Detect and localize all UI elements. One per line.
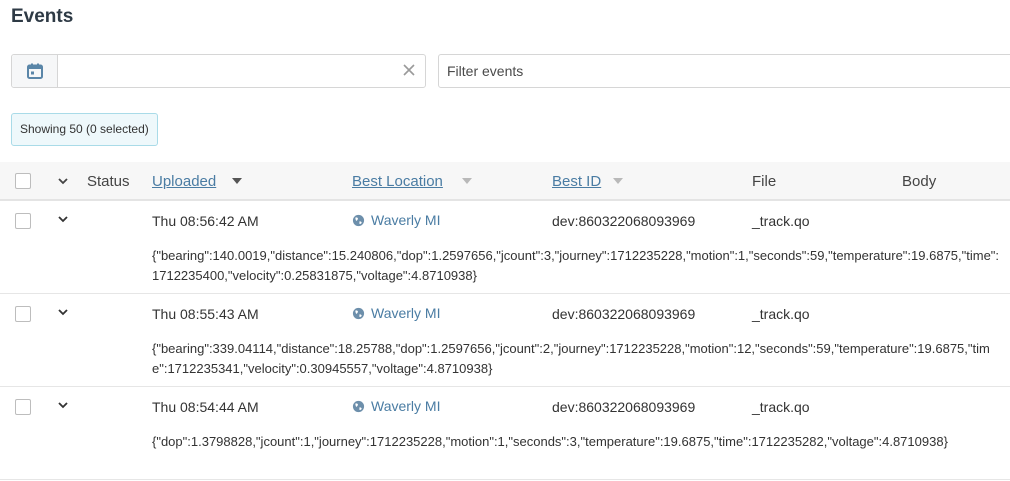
globe-icon (352, 214, 365, 226)
best-id: dev:860322068093969 (552, 213, 696, 229)
row-checkbox[interactable] (15, 306, 31, 322)
calendar-icon (26, 63, 43, 79)
clear-date-icon[interactable] (401, 62, 417, 78)
column-header-uploaded[interactable]: Uploaded (152, 173, 216, 190)
event-body: {"dop":1.3798828,"jcount":1,"journey":17… (152, 434, 948, 449)
uploaded-time: Thu 08:55:43 AM (152, 306, 259, 322)
event-body: {"bearing":140.0019,"distance":15.240806… (152, 248, 1000, 283)
page-title: Events (11, 6, 74, 27)
row-checkbox[interactable] (15, 399, 31, 415)
file-name: _track.qo (752, 306, 810, 322)
best-location-text: Waverly MI (371, 305, 441, 321)
column-header-best-id[interactable]: Best ID (552, 173, 601, 190)
globe-icon (352, 307, 365, 319)
expand-row-chevron-icon[interactable] (57, 401, 69, 409)
table-row[interactable]: Thu 08:55:43 AM Waverly MI dev:860322068… (0, 294, 1010, 387)
column-header-body[interactable]: Body (902, 173, 936, 190)
file-name: _track.qo (752, 399, 810, 415)
table-row[interactable]: Thu 08:56:42 AM Waverly MI dev:860322068… (0, 201, 1010, 294)
best-id: dev:860322068093969 (552, 399, 696, 415)
table-header: Status Uploaded Best Location Best ID Fi… (0, 162, 1010, 201)
expand-row-chevron-icon[interactable] (57, 308, 69, 316)
date-range-field[interactable] (11, 54, 426, 88)
column-header-status[interactable]: Status (87, 173, 130, 190)
best-location-link[interactable]: Waverly MI (352, 212, 440, 228)
selection-count-badge: Showing 50 (0 selected) (11, 113, 158, 146)
event-body: {"bearing":339.04114,"distance":18.25788… (152, 341, 990, 376)
best-location-link[interactable]: Waverly MI (352, 305, 440, 321)
column-header-file[interactable]: File (752, 173, 776, 190)
uploaded-sort-icon[interactable] (232, 178, 242, 184)
best-location-text: Waverly MI (371, 398, 441, 414)
column-header-best-location[interactable]: Best Location (352, 173, 443, 190)
filter-events-input[interactable] (438, 54, 1010, 88)
best-id-sort-icon[interactable] (613, 178, 623, 184)
calendar-button[interactable] (12, 55, 58, 87)
select-all-checkbox[interactable] (15, 173, 31, 189)
file-name: _track.qo (752, 213, 810, 229)
expand-row-chevron-icon[interactable] (57, 215, 69, 223)
best-location-text: Waverly MI (371, 212, 441, 228)
best-location-link[interactable]: Waverly MI (352, 398, 440, 414)
best-location-sort-icon[interactable] (462, 178, 472, 184)
best-id: dev:860322068093969 (552, 306, 696, 322)
expand-all-chevron-icon[interactable] (57, 177, 69, 185)
row-checkbox[interactable] (15, 213, 31, 229)
uploaded-time: Thu 08:54:44 AM (152, 399, 259, 415)
uploaded-time: Thu 08:56:42 AM (152, 213, 259, 229)
table-row[interactable]: Thu 08:54:44 AM Waverly MI dev:860322068… (0, 387, 1010, 480)
globe-icon (352, 400, 365, 412)
